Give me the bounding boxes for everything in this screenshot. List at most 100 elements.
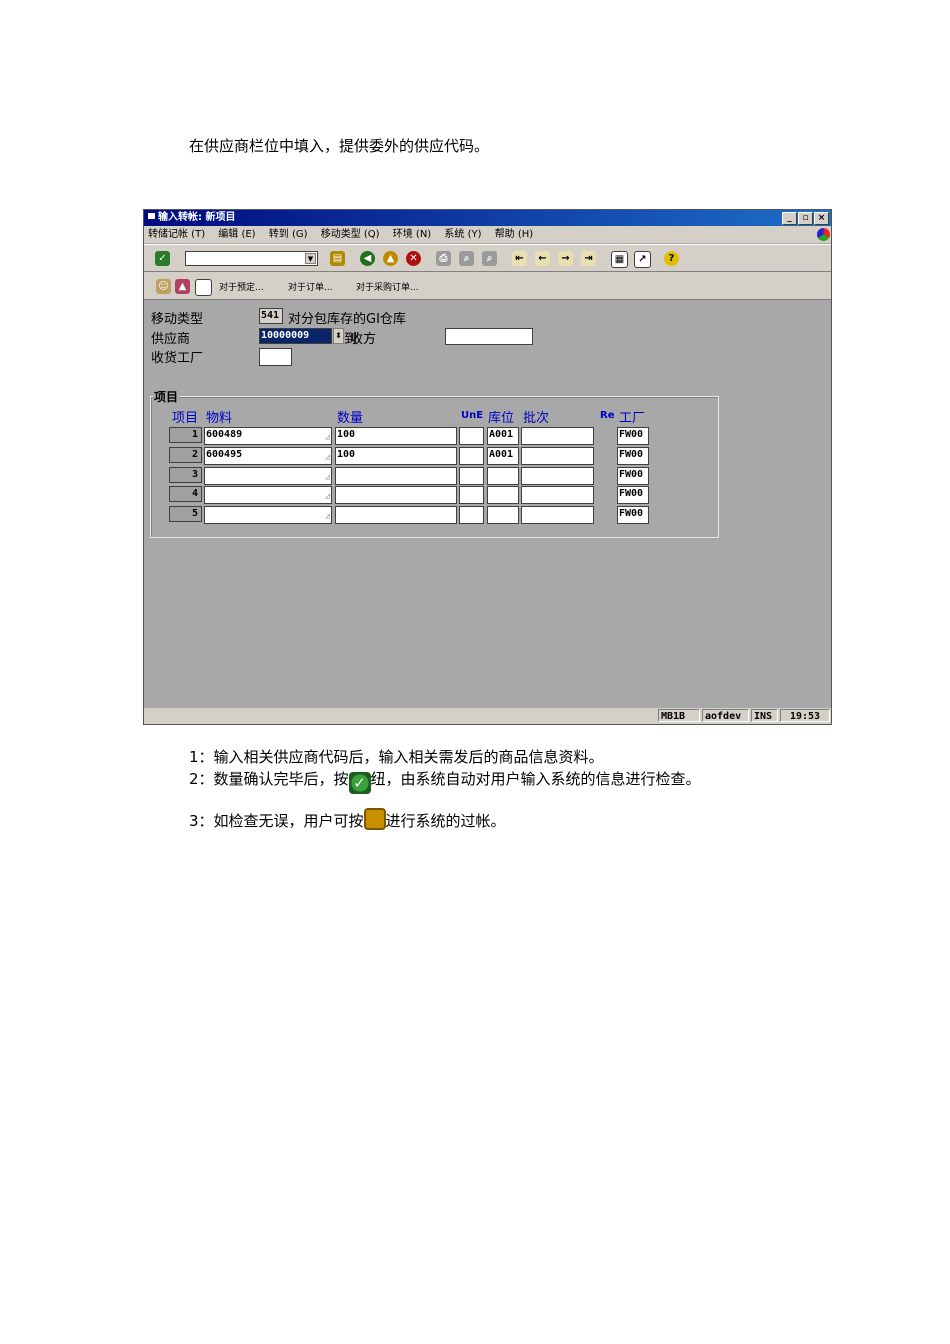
col-header-item: 项目 [172,411,199,426]
material-field[interactable]: 600495 ◿ [204,447,332,465]
status-server: aofdev [702,709,749,722]
status-tcode[interactable]: MB1B ▾ [658,709,700,722]
status-time: 19:53 [780,709,830,722]
to-purchase-order-button[interactable]: 对于采购订单... [356,280,419,293]
item-row-number: 5 [169,506,202,522]
plant-field[interactable]: FW00 [617,467,649,485]
new-session-icon[interactable]: ▦ [611,251,628,268]
user-icon[interactable]: ☺ [156,279,171,294]
chevron-down-icon[interactable]: ▼ [305,253,316,264]
command-field[interactable]: ▼ [185,251,318,266]
shortcut-icon[interactable]: ↗ [634,251,651,268]
sloc-field[interactable] [487,486,519,504]
quantity-field[interactable] [335,506,457,524]
sap-logo-icon [817,228,830,241]
note-3-before: 3：如检查无误，用户可按 [189,812,364,830]
vendor-field[interactable]: 10000009 [259,328,332,344]
chevron-down-icon: ▾ [661,724,667,725]
sloc-field[interactable]: A001 [487,447,519,465]
save-icon [363,808,386,830]
note-2: 2：数量确认完毕后，按 ✓ 纽，由系统自动对用户输入系统的信息进行检查。 [189,768,701,794]
minimize-button[interactable]: _ [782,212,797,225]
quantity-field[interactable]: 100 [335,447,457,465]
batch-field[interactable] [521,467,594,485]
check-icon: ✓ [348,772,371,794]
note-2-before: 2：数量确认完毕后，按 [189,770,349,788]
recipient-field[interactable] [445,328,533,345]
last-page-icon[interactable]: ⇥ [581,251,596,266]
plant-field[interactable]: FW00 [617,486,649,504]
material-field[interactable]: ◿ [204,506,332,524]
plant-field[interactable]: FW00 [617,427,649,445]
col-header-re: Re [600,410,615,421]
quantity-field[interactable] [335,467,457,485]
recipient-label: 收方 [350,332,377,347]
status-bar: MB1B ▾ aofdev INS 19:53 [144,708,831,724]
une-field[interactable] [459,467,484,485]
search-help-icon[interactable]: ⬍ [333,328,344,344]
first-page-icon[interactable]: ⇤ [512,251,527,266]
batch-field[interactable] [521,427,594,445]
help-icon[interactable]: ? [664,251,679,266]
plant-field[interactable]: FW00 [617,506,649,524]
move-type-label: 移动类型 [151,312,204,327]
une-field[interactable] [459,486,484,504]
col-header-plant: 工厂 [619,411,646,426]
check-icon[interactable]: ✓ [155,251,170,266]
note-2-after: 纽，由系统自动对用户输入系统的信息进行检查。 [370,770,701,788]
find-icon[interactable]: ⌕ [459,251,474,266]
col-header-quantity: 数量 [337,411,364,426]
restore-button[interactable]: ▫ [798,212,813,225]
note-3-after: 进行系统的过帐。 [385,812,506,830]
cancel-icon[interactable]: ✕ [406,251,421,266]
intro-text: 在供应商栏位中填入，提供委外的供应代码。 [189,137,490,155]
material-field[interactable]: ◿ [204,486,332,504]
to-reservation-button[interactable]: 对于预定... [219,280,264,293]
menu-item-system[interactable]: 系统 (Y) [444,229,481,240]
col-header-sloc: 库位 [488,411,515,426]
save-icon[interactable]: ▤ [330,251,345,266]
window-title: 输入转帐: 新项目 [158,212,236,223]
sloc-field[interactable] [487,467,519,485]
batch-field[interactable] [521,506,594,524]
col-header-material: 物料 [206,411,233,426]
une-field[interactable] [459,447,484,465]
sap-window: 输入转帐: 新项目 _ ▫ × 转储记帐 (T) 编辑 (E) 转到 (G) 移… [143,209,832,725]
note-1: 1：输入相关供应商代码后，输入相关需发后的商品信息资料。 [189,748,604,766]
batch-field[interactable] [521,486,594,504]
next-page-icon[interactable]: → [558,251,573,266]
menu-item-movement-type[interactable]: 移动类型 (Q) [321,229,380,240]
menu-item-goto[interactable]: 转到 (G) [269,229,308,240]
quantity-field[interactable]: 100 [335,427,457,445]
receiving-plant-field[interactable] [259,348,292,366]
plant-field[interactable]: FW00 [617,447,649,465]
material-value: 600495 [206,449,243,460]
menu-item-edit[interactable]: 编辑 (E) [218,229,255,240]
move-type-field[interactable]: 541 [259,308,283,324]
find-next-icon[interactable]: ⌕ [482,251,497,266]
material-field[interactable]: 600489 ◿ [204,427,332,445]
print-icon[interactable]: ⎙ [436,251,451,266]
une-field[interactable] [459,427,484,445]
close-button[interactable]: × [814,212,829,225]
menu-item-posting[interactable]: 转储记帐 (T) [148,229,205,240]
batch-field[interactable] [521,447,594,465]
item-row-number: 4 [169,486,202,502]
system-menu-icon[interactable] [148,213,155,219]
menu-item-environment[interactable]: 环境 (N) [393,229,431,240]
previous-page-icon[interactable]: ← [535,251,550,266]
exit-icon[interactable]: ▲ [383,251,398,266]
material-value: 600489 [206,429,243,440]
une-field[interactable] [459,506,484,524]
to-order-button[interactable]: 对于订单... [288,280,333,293]
material-field[interactable]: ◿ [204,467,332,485]
menu-item-help[interactable]: 帮助 (H) [495,229,534,240]
sloc-field[interactable]: A001 [487,427,519,445]
col-header-une: UnE [461,410,484,421]
document-icon[interactable] [195,279,212,296]
status-mode[interactable]: INS [751,709,778,722]
sloc-field[interactable] [487,506,519,524]
hat-icon[interactable]: ▲ [175,279,190,294]
quantity-field[interactable] [335,486,457,504]
back-icon[interactable]: ◀ [360,251,375,266]
